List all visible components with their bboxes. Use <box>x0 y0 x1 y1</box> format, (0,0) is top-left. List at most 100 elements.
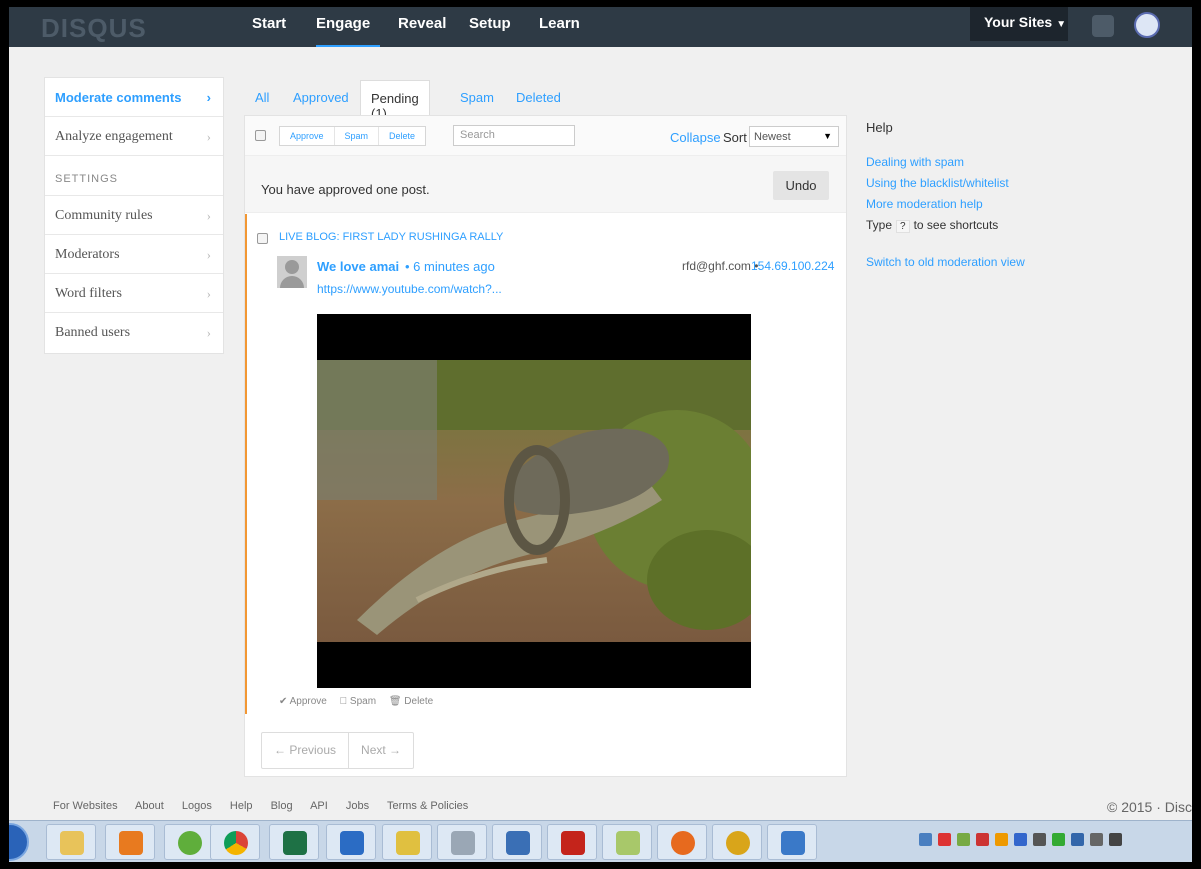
author-name[interactable]: We love amai <box>317 259 399 274</box>
taskbar-folder[interactable] <box>602 824 652 860</box>
bulk-delete-button[interactable]: Delete <box>379 127 425 145</box>
old-view-link[interactable]: Switch to old moderation view <box>866 255 1106 269</box>
tray-icon[interactable] <box>957 833 970 846</box>
sort-select[interactable]: Newest ▼ <box>749 126 839 147</box>
author-email: rfd@ghf.com • <box>682 259 759 273</box>
help-link-blacklist[interactable]: Using the blacklist/whitelist <box>866 176 1106 190</box>
sidebar-item-analyze[interactable]: Analyze engagement › <box>45 117 223 156</box>
previous-page-button[interactable]: ← Previous <box>262 733 350 768</box>
taskbar-app-green[interactable] <box>164 824 214 860</box>
disqus-logo[interactable]: DISQUS <box>41 13 147 44</box>
notifications-icon[interactable] <box>1092 15 1114 37</box>
top-nav: DISQUS Start Engage Reveal Setup Learn Y… <box>9 7 1192 47</box>
tray-icon[interactable] <box>1033 833 1046 846</box>
nav-setup[interactable]: Setup <box>469 15 511 32</box>
select-all-checkbox[interactable] <box>255 130 266 141</box>
tray-icon[interactable] <box>919 833 932 846</box>
nav-learn[interactable]: Learn <box>539 15 580 32</box>
taskbar-firefox[interactable] <box>657 824 707 860</box>
thread-title-link[interactable]: LIVE BLOG: FIRST LADY RUSHINGA RALLY <box>279 231 503 243</box>
tab-approved[interactable]: Approved <box>293 80 349 115</box>
approval-notice: You have approved one post. Undo <box>245 156 846 213</box>
shortcut-key: ? <box>896 220 910 233</box>
sidebar-item-moderate[interactable]: Moderate comments › <box>45 78 223 117</box>
your-sites-dropdown[interactable]: Your Sites ▼ <box>970 7 1068 41</box>
sidebar-item-label: Moderators <box>55 247 120 262</box>
tray-icon[interactable] <box>995 833 1008 846</box>
nav-engage[interactable]: Engage <box>316 15 370 32</box>
post-url-link[interactable]: https://www.youtube.com/watch?... <box>317 282 502 296</box>
system-tray <box>919 833 1122 846</box>
sidebar-item-community-rules[interactable]: Community rules › <box>45 196 223 235</box>
approve-action[interactable]: ✔ Approve <box>279 696 327 707</box>
help-link-more[interactable]: More moderation help <box>866 197 1106 211</box>
footer-link[interactable]: Jobs <box>346 800 369 812</box>
bulk-spam-button[interactable]: Spam <box>335 127 380 145</box>
taskbar-media-player[interactable] <box>105 824 155 860</box>
taskbar-filezilla[interactable] <box>712 824 762 860</box>
word-icon <box>396 831 420 855</box>
footer-link[interactable]: Terms & Policies <box>387 800 468 812</box>
tray-icon[interactable] <box>1090 833 1103 846</box>
taskbar-chrome[interactable] <box>210 824 260 860</box>
spam-action[interactable]: ⃠ Spam <box>347 696 376 707</box>
settings-heading: SETTINGS <box>45 156 223 196</box>
word-doc-icon <box>506 831 530 855</box>
tab-deleted[interactable]: Deleted <box>516 80 561 115</box>
sidebar-item-moderators[interactable]: Moderators › <box>45 235 223 274</box>
footer-link[interactable]: For Websites <box>53 800 118 812</box>
footer-link[interactable]: About <box>135 800 164 812</box>
sidebar-item-banned-users[interactable]: Banned users › <box>45 313 223 352</box>
tray-icon[interactable] <box>1052 833 1065 846</box>
footer-link[interactable]: Logos <box>182 800 212 812</box>
tab-all[interactable]: All <box>255 80 269 115</box>
help-link-spam[interactable]: Dealing with spam <box>866 155 1106 169</box>
start-orb-icon[interactable] <box>9 823 29 861</box>
bulk-approve-button[interactable]: Approve <box>280 127 335 145</box>
shortcut-hint: Type? to see shortcuts <box>866 218 1106 233</box>
sidebar-item-label: Banned users <box>55 325 131 340</box>
caret-down-icon: ▼ <box>1056 19 1067 30</box>
tab-spam[interactable]: Spam <box>460 80 494 115</box>
taskbar-calculator[interactable] <box>437 824 487 860</box>
tray-icon[interactable] <box>938 833 951 846</box>
nav-start[interactable]: Start <box>252 15 286 32</box>
undo-button[interactable]: Undo <box>773 171 829 200</box>
lync-icon <box>340 831 364 855</box>
taskbar-explorer[interactable] <box>46 824 96 860</box>
taskbar-word[interactable] <box>382 824 432 860</box>
tray-icon[interactable] <box>976 833 989 846</box>
post-actions: ✔ Approve ⃠ Spam 🗑 Delete <box>279 696 443 707</box>
next-page-button[interactable]: Next → <box>349 733 413 768</box>
author-ip[interactable]: 154.69.100.224 <box>751 259 834 273</box>
embedded-video[interactable] <box>317 314 751 688</box>
delete-action[interactable]: 🗑 Delete <box>389 696 433 707</box>
post-time[interactable]: • 6 minutes ago <box>405 259 495 274</box>
user-avatar[interactable] <box>1134 12 1160 38</box>
commenter-avatar[interactable] <box>277 256 307 288</box>
sidebar-item-word-filters[interactable]: Word filters › <box>45 274 223 313</box>
taskbar-word-doc[interactable] <box>492 824 542 860</box>
tab-pending[interactable]: Pending (1) <box>360 80 430 121</box>
tray-icon[interactable] <box>1109 833 1122 846</box>
sort-value: Newest <box>754 131 791 143</box>
bulk-action-group: Approve Spam Delete <box>279 126 427 146</box>
tray-icon[interactable] <box>1014 833 1027 846</box>
taskbar-excel[interactable] <box>269 824 319 860</box>
search-input[interactable]: Search <box>453 125 575 146</box>
copyright: © 2015 · Disc <box>1106 799 1192 815</box>
collapse-link[interactable]: Collapse <box>670 130 721 145</box>
taskbar-acrobat[interactable] <box>547 824 597 860</box>
post-checkbox[interactable] <box>257 233 268 244</box>
taskbar-network[interactable] <box>767 824 817 860</box>
taskbar-lync[interactable] <box>326 824 376 860</box>
footer-link[interactable]: API <box>310 800 328 812</box>
footer-link[interactable]: Help <box>230 800 253 812</box>
nav-active-indicator <box>316 45 380 47</box>
tray-icon[interactable] <box>1071 833 1084 846</box>
pending-post: LIVE BLOG: FIRST LADY RUSHINGA RALLY We … <box>245 214 846 714</box>
footer-link[interactable]: Blog <box>271 800 293 812</box>
help-title: Help <box>866 120 893 135</box>
nav-reveal[interactable]: Reveal <box>398 15 446 32</box>
video-thumbnail <box>317 360 751 642</box>
